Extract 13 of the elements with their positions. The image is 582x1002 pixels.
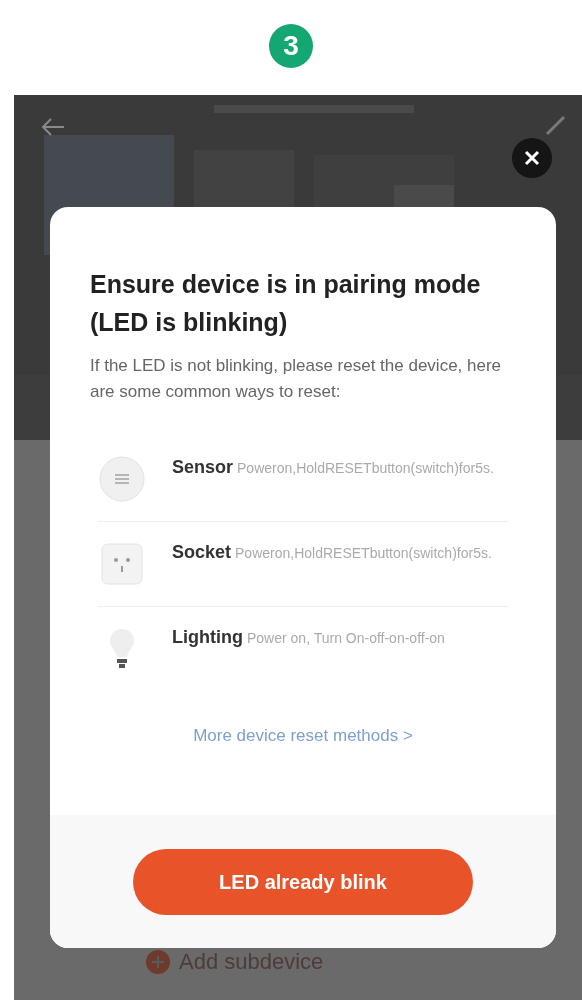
back-arrow-icon bbox=[40, 117, 66, 137]
socket-icon bbox=[98, 540, 146, 588]
reset-method-text: Lighting Power on, Turn On-off-on-off-on bbox=[172, 626, 445, 649]
close-icon bbox=[524, 150, 540, 166]
reset-method-text: Sensor Poweron,HoldRESETbutton(switch)for5s. bbox=[172, 456, 494, 479]
reset-method-text: Socket Poweron,HoldRESETbutton(switch)for5s. bbox=[172, 541, 492, 564]
plus-icon bbox=[145, 948, 171, 975]
dialog-description: If the LED is not blinking, please reset the device, here are some common ways to reset: bbox=[90, 355, 503, 403]
confirm-button[interactable]: LED already blink bbox=[133, 848, 473, 915]
sensor-icon bbox=[98, 455, 146, 503]
step-number-badge: 3 bbox=[269, 24, 313, 68]
dialog-title: Ensure device is in pairing mode (LED is blinking) bbox=[90, 269, 482, 338]
more-methods-link[interactable]: More device reset methods > bbox=[193, 723, 413, 749]
